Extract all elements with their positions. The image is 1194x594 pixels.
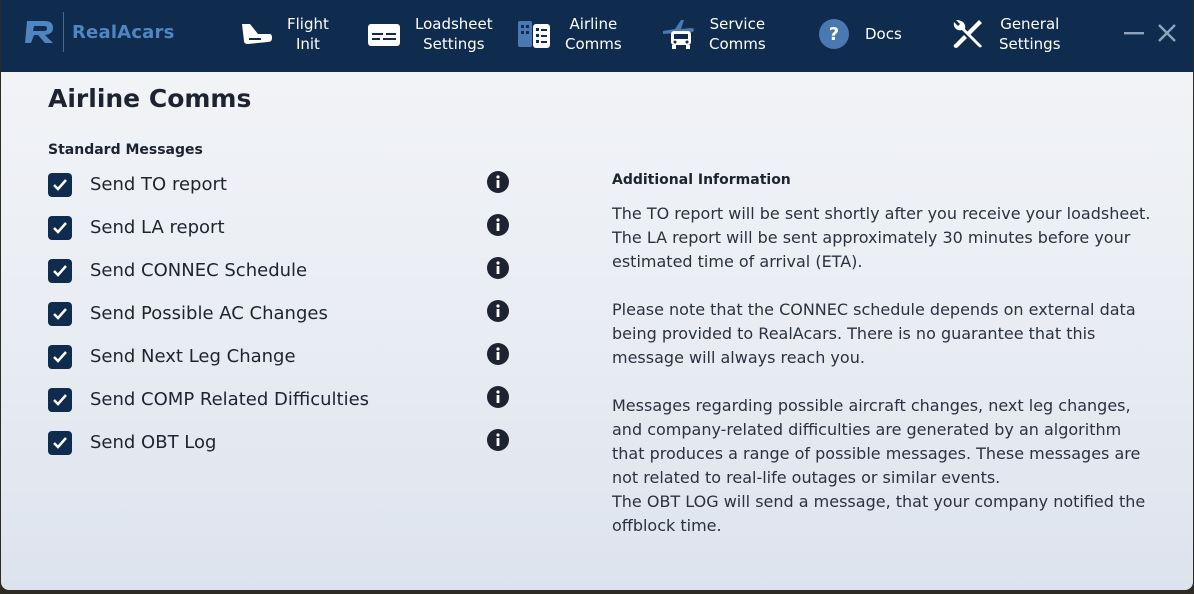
info-icon[interactable] xyxy=(486,170,510,194)
option-label: Send COMP Related Difficulties xyxy=(90,389,370,410)
option-label: Send Possible AC Changes xyxy=(90,303,328,324)
app-window: RealAcars Flight Init Loadsheet Settings xyxy=(1,0,1193,590)
option-label: Send Next Leg Change xyxy=(90,346,296,367)
nav-loadsheet-settings-label: Loadsheet Settings xyxy=(415,15,493,53)
checkmark-icon xyxy=(53,308,67,320)
additional-info-text: The TO report will be sent shortly after… xyxy=(612,202,1157,538)
top-nav-bar: RealAcars Flight Init Loadsheet Settings xyxy=(1,0,1193,72)
checkmark-icon xyxy=(53,351,67,363)
nav-service-comms-label: Service Comms xyxy=(709,15,766,53)
airplane-icon xyxy=(242,24,272,44)
tools-icon xyxy=(953,20,982,48)
info-icon[interactable] xyxy=(486,256,510,280)
option-send-la-report: Send LA report xyxy=(48,213,512,243)
nav-flight-init-label: Flight Init xyxy=(287,15,329,53)
nav-airline-comms[interactable]: Airline Comms xyxy=(517,12,622,56)
app-logo[interactable]: RealAcars xyxy=(25,12,175,52)
nav-docs-label: Docs xyxy=(865,25,902,43)
checkbox-send-connec-schedule[interactable] xyxy=(48,259,72,283)
checkbox-send-comp-related-difficulties[interactable] xyxy=(48,388,72,412)
checkmark-icon xyxy=(53,222,67,234)
question-icon: ? xyxy=(819,19,849,49)
service-comms-icon xyxy=(663,20,694,49)
option-label: Send CONNEC Schedule xyxy=(90,260,308,281)
checkmark-icon xyxy=(53,179,67,191)
info-icon[interactable] xyxy=(486,428,510,452)
info-paragraph: Please note that the CONNEC schedule dep… xyxy=(612,300,1136,367)
checkmark-icon xyxy=(53,437,67,449)
svg-text:?: ? xyxy=(829,24,839,45)
checkbox-send-next-leg-change[interactable] xyxy=(48,345,72,369)
nav-general-settings[interactable]: General Settings xyxy=(951,12,1061,56)
info-icon[interactable] xyxy=(486,385,510,409)
option-label: Send OBT Log xyxy=(90,432,217,453)
info-icon[interactable] xyxy=(486,213,510,237)
section-label-standard-messages: Standard Messages xyxy=(48,142,203,158)
option-send-possible-ac-changes: Send Possible AC Changes xyxy=(48,299,512,329)
logo-divider xyxy=(63,12,64,52)
checkbox-send-possible-ac-changes[interactable] xyxy=(48,302,72,326)
checkbox-send-obt-log[interactable] xyxy=(48,431,72,455)
checkmark-icon xyxy=(53,394,67,406)
checkmark-icon xyxy=(53,265,67,277)
minimize-icon[interactable] xyxy=(1123,22,1145,44)
option-send-comp-related-difficulties: Send COMP Related Difficulties xyxy=(48,385,512,415)
info-paragraph: The OBT LOG will send a message, that yo… xyxy=(612,492,1146,535)
option-send-next-leg-change: Send Next Leg Change xyxy=(48,342,512,372)
info-paragraph: The TO report will be sent shortly after… xyxy=(612,204,1151,271)
nav-flight-init[interactable]: Flight Init xyxy=(239,12,329,56)
info-paragraph: Messages regarding possible aircraft cha… xyxy=(612,396,1141,487)
app-name: RealAcars xyxy=(72,21,175,43)
loadsheet-icon xyxy=(368,24,400,46)
info-icon[interactable] xyxy=(486,342,510,366)
nav-docs[interactable]: ? Docs xyxy=(817,12,902,56)
option-send-to-report: Send TO report xyxy=(48,170,512,200)
info-icon[interactable] xyxy=(486,299,510,323)
option-send-connec-schedule: Send CONNEC Schedule xyxy=(48,256,512,286)
checkbox-send-to-report[interactable] xyxy=(48,173,72,197)
nav-airline-comms-label: Airline Comms xyxy=(565,15,622,53)
nav-general-settings-label: General Settings xyxy=(999,15,1061,53)
close-icon[interactable] xyxy=(1156,22,1178,44)
nav-service-comms[interactable]: Service Comms xyxy=(661,12,766,56)
nav-loadsheet-settings[interactable]: Loadsheet Settings xyxy=(367,12,493,56)
checkbox-send-la-report[interactable] xyxy=(48,216,72,240)
option-label: Send TO report xyxy=(90,174,227,195)
realacars-logo-icon xyxy=(25,21,53,43)
additional-info-heading: Additional Information xyxy=(612,172,791,188)
airline-comms-icon xyxy=(518,21,550,48)
option-label: Send LA report xyxy=(90,217,225,238)
page-title: Airline Comms xyxy=(48,84,252,113)
option-send-obt-log: Send OBT Log xyxy=(48,428,512,458)
